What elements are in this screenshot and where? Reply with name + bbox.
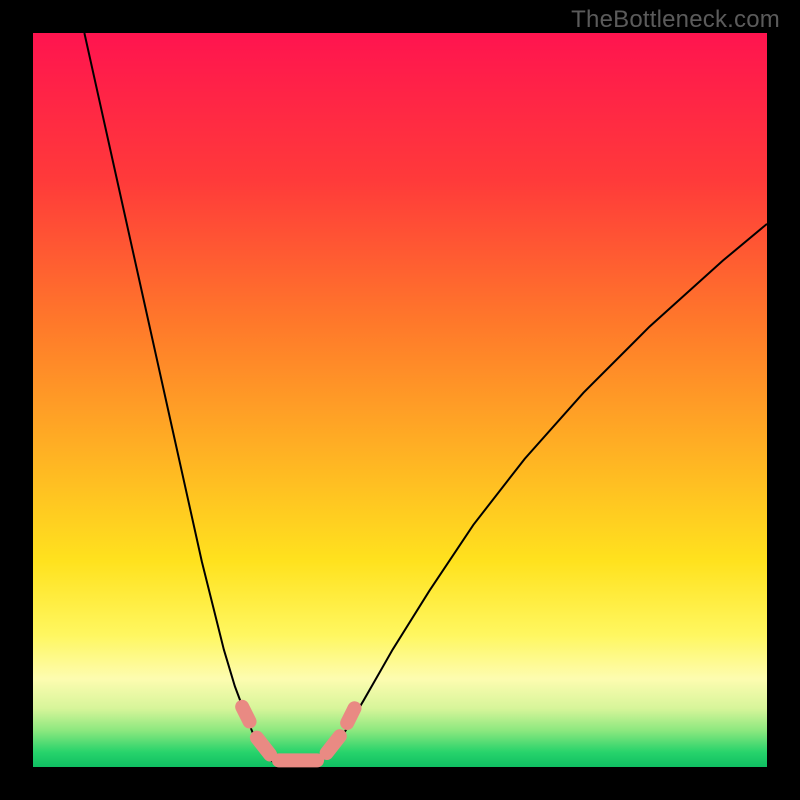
watermark-text: TheBottleneck.com	[571, 6, 780, 34]
chart-canvas	[33, 33, 767, 767]
salmon-accent-0	[242, 707, 249, 722]
salmon-accent-3	[327, 736, 340, 753]
bottleneck-curve	[84, 33, 767, 766]
salmon-accent-1	[257, 738, 270, 755]
salmon-accent-4	[347, 708, 354, 723]
outer-frame: TheBottleneck.com	[0, 0, 800, 800]
